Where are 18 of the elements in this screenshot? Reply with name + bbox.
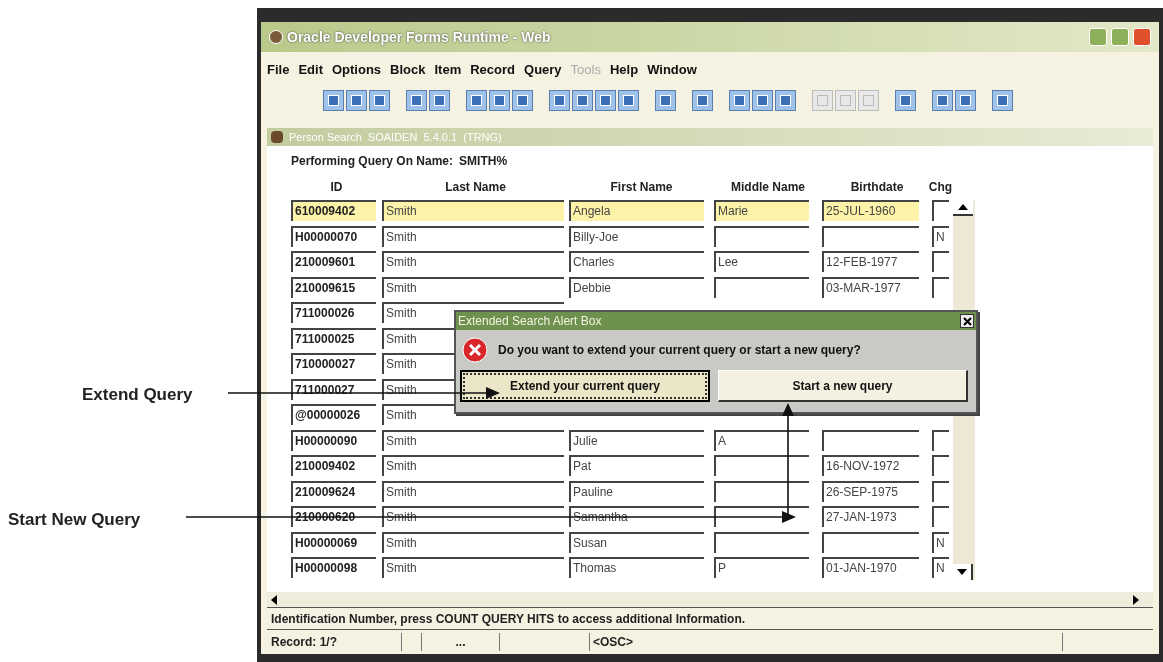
form-title: Person Search SOAIDEN 5.4.0.1 (TRNG) — [289, 129, 502, 145]
hint-text: Identification Number, press COUNT QUERY HITS to access additional Information. — [271, 610, 746, 628]
query-value: SMITH% — [459, 153, 508, 170]
column-header: First Name — [610, 179, 673, 196]
callout-label: Extend Query — [82, 384, 193, 406]
column-header: Middle Name — [731, 179, 805, 196]
query-label: Performing Query On Name: — [291, 153, 454, 170]
column-header: Last Name — [445, 179, 506, 196]
column-header: ID — [330, 179, 343, 196]
status-record: Record: 1/? — [270, 634, 338, 651]
dialog-title: Extended Search Alert Box — [458, 313, 602, 330]
column-header: Chg — [928, 179, 953, 196]
window-title: Oracle Developer Forms Runtime - Web — [287, 27, 551, 47]
callout-label: Start New Query — [8, 509, 141, 531]
status-field: <OSC> — [589, 633, 709, 651]
column-header: Birthdate — [850, 179, 904, 196]
dialog-message: Do you want to extend your current query or start a new query? — [498, 342, 861, 359]
status-field: ... — [421, 633, 499, 651]
